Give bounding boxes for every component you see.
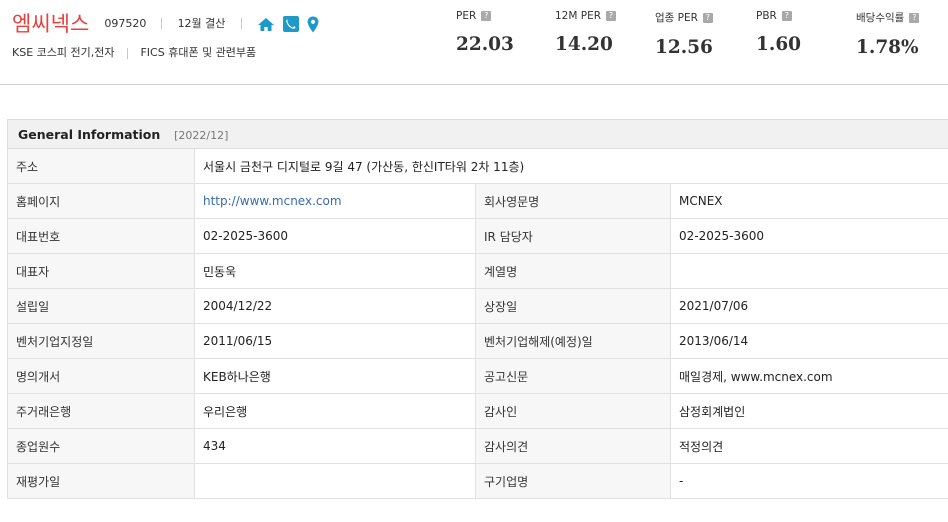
metric-12m-per: 12M PER? 14.20 <box>555 10 617 55</box>
row-label: 종업원수 <box>7 428 195 464</box>
table-row: 홈페이지 http://www.mcnex.com 회사영문명 MCNEX <box>7 183 948 219</box>
divider <box>126 47 128 59</box>
help-icon[interactable]: ? <box>781 11 792 21</box>
table-row: 벤처기업지정일 2011/06/15 벤처기업해제(예정)일 2013/06/1… <box>7 323 948 359</box>
company-name: 엠씨넥스 <box>12 12 90 36</box>
metric-value: 22.03 <box>456 34 514 55</box>
row-label: 홈페이지 <box>7 183 195 219</box>
help-icon[interactable]: ? <box>606 11 617 21</box>
home-icon[interactable] <box>257 17 275 32</box>
row-value: 민동욱 <box>194 253 476 289</box>
row-value: 우리은행 <box>194 393 476 429</box>
company-summary: 엠씨넥스 097520 12월 결산 <box>12 8 322 38</box>
row-value: 2011/06/15 <box>194 323 476 359</box>
row-label: 계열명 <box>475 253 671 289</box>
row-label: 벤처기업해제(예정)일 <box>475 323 671 359</box>
sector-info: KSE 코스피 전기,전자 FICS 휴대폰 및 관련부품 <box>12 44 256 60</box>
metric-pbr: PBR? 1.60 <box>756 10 801 55</box>
row-label: 공고신문 <box>475 358 671 394</box>
phone-icon[interactable] <box>282 16 299 32</box>
metric-label: 업종 PER <box>655 12 698 24</box>
ticker-code: 097520 <box>104 16 147 30</box>
table-title-row: General Information [2022/12] <box>6 119 948 149</box>
market-classification: KSE 코스피 전기,전자 <box>12 46 115 59</box>
table-row: 주소 서울시 금천구 디지털로 9길 47 (가산동, 한신IT타워 2차 11… <box>7 148 948 184</box>
metric-label: 12M PER <box>555 10 602 22</box>
metric-label: PBR <box>756 10 777 22</box>
row-label: 상장일 <box>475 288 671 324</box>
metric-value: 14.20 <box>555 34 613 55</box>
row-label: 감사인 <box>475 393 671 429</box>
stock-header: 엠씨넥스 097520 12월 결산 KSE 코스피 전기,전자 FICS 휴대… <box>0 0 948 85</box>
row-label: 주거래은행 <box>7 393 195 429</box>
row-value: 2013/06/14 <box>669 323 948 359</box>
row-label: 벤처기업지정일 <box>7 323 195 359</box>
row-label: 설립일 <box>7 288 195 324</box>
row-label: 대표번호 <box>7 218 195 254</box>
metric-industry-per: 업종 PER? 12.56 <box>655 10 713 58</box>
metric-per: PER? 22.03 <box>456 10 514 55</box>
settlement-month: 12월 결산 <box>177 17 226 30</box>
address-value: 서울시 금천구 디지털로 9길 47 (가산동, 한신IT타워 2차 11층) <box>193 148 948 184</box>
row-value: KEB하나은행 <box>194 358 476 394</box>
help-icon[interactable]: ? <box>481 11 492 21</box>
row-label: 명의개서 <box>7 358 195 394</box>
row-value: MCNEX <box>669 183 948 219</box>
row-value: 2021/07/06 <box>669 288 948 324</box>
row-label: IR 담당자 <box>475 218 671 254</box>
table-row: 주거래은행 우리은행 감사인 삼정회계법인 <box>7 393 948 429</box>
table-row: 설립일 2004/12/22 상장일 2021/07/06 <box>7 288 948 324</box>
section-title: General Information <box>18 126 161 142</box>
contact-icons <box>257 14 322 33</box>
row-value: 2004/12/22 <box>194 288 476 324</box>
table-row: 종업원수 434 감사의견 적정의견 <box>7 428 948 464</box>
row-label: 감사의견 <box>475 428 671 464</box>
row-value: 삼정회계법인 <box>669 393 948 429</box>
row-label: 회사영문명 <box>475 183 671 219</box>
row-value: 02-2025-3600 <box>669 218 948 254</box>
help-icon[interactable]: ? <box>909 12 920 23</box>
row-value <box>669 253 948 289</box>
row-value <box>194 463 476 499</box>
table-row: 재평가일 구기업명 - <box>7 463 948 499</box>
metric-label: PER <box>456 10 477 22</box>
metric-dividend-yield: 배당수익률? 1.78% <box>856 10 920 58</box>
help-icon[interactable]: ? <box>702 12 713 23</box>
divider <box>240 17 242 29</box>
general-information-table: General Information [2022/12] 주소 서울시 금천구… <box>6 119 948 499</box>
row-label: 주소 <box>7 148 195 184</box>
divider <box>161 17 163 29</box>
row-label: 재평가일 <box>7 463 195 499</box>
fics-classification: FICS 휴대폰 및 관련부품 <box>140 46 257 59</box>
metric-value: 1.78% <box>856 37 919 58</box>
homepage-value: http://www.mcnex.com <box>194 183 476 219</box>
table-row: 대표번호 02-2025-3600 IR 담당자 02-2025-3600 <box>7 218 948 254</box>
table-title: General Information [2022/12] <box>6 119 948 149</box>
metric-value: 12.56 <box>655 37 713 58</box>
row-value: - <box>669 463 948 499</box>
row-value: 434 <box>194 428 476 464</box>
location-pin-icon[interactable] <box>307 16 319 33</box>
metric-value: 1.60 <box>756 34 802 55</box>
row-label: 대표자 <box>7 253 195 289</box>
section-date: [2022/12] <box>174 128 229 142</box>
row-value: 적정의견 <box>669 428 948 464</box>
table-row: 명의개서 KEB하나은행 공고신문 매일경제, www.mcnex.com <box>7 358 948 394</box>
table-row: 대표자 민동욱 계열명 <box>7 253 948 289</box>
row-value: 매일경제, www.mcnex.com <box>669 358 948 394</box>
homepage-link[interactable]: http://www.mcnex.com <box>203 194 342 208</box>
row-label: 구기업명 <box>475 463 671 499</box>
row-value: 02-2025-3600 <box>194 218 476 254</box>
metric-label: 배당수익률 <box>856 12 905 24</box>
